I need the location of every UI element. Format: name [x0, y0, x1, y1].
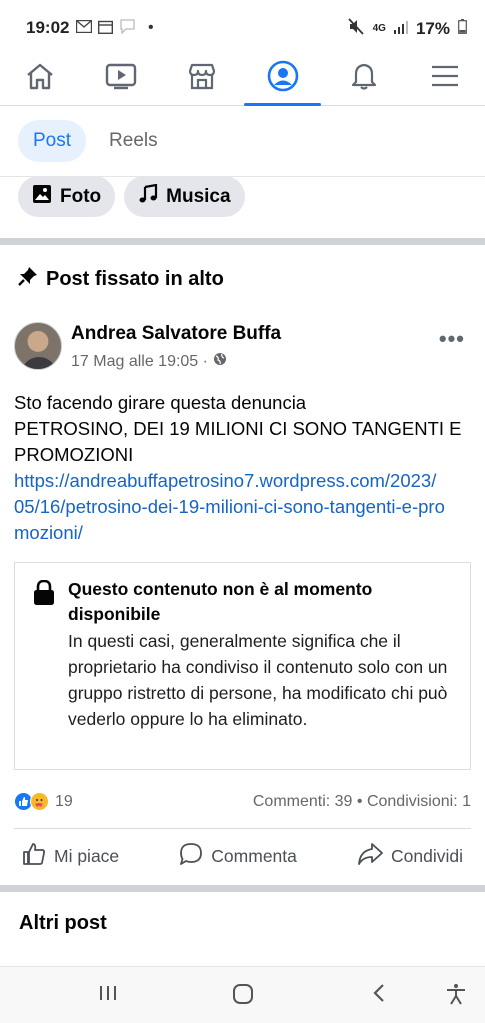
- comment-label: Commenta: [211, 845, 297, 866]
- battery-icon: [458, 19, 467, 39]
- care-reaction-icon: [30, 792, 49, 811]
- status-bar: 19:02 • 4G 17%: [0, 0, 485, 52]
- mute-icon: [347, 18, 365, 40]
- unavailable-title: Questo contenuto non è al momento dispon…: [68, 579, 373, 624]
- filter-chips: Foto Musica: [18, 176, 245, 217]
- share-label: Condividi: [391, 845, 463, 866]
- chat-bubble-icon: [119, 19, 136, 37]
- calendar-icon: [97, 20, 114, 37]
- reactions-summary[interactable]: 19: [14, 792, 73, 811]
- system-navigation-bar: [0, 967, 485, 1023]
- post-actions: Mi piace Commenta Condividi: [14, 832, 471, 880]
- like-label: Mi piace: [54, 845, 120, 866]
- reactions-bar: 19 Commenti: 39 • Condivisioni: 1: [14, 790, 471, 816]
- home-circle-icon[interactable]: [232, 983, 254, 1010]
- chip-foto[interactable]: Foto: [18, 176, 116, 217]
- globe-icon: [213, 352, 227, 371]
- signal-icon: [393, 19, 408, 39]
- comment-button[interactable]: Commenta: [171, 842, 305, 871]
- section-separator: [0, 238, 485, 245]
- home-icon: [25, 62, 55, 95]
- more-options-button[interactable]: •••: [439, 326, 465, 352]
- tab-post[interactable]: Post: [18, 120, 87, 162]
- video-icon: [105, 62, 137, 95]
- battery-level: 17%: [415, 19, 450, 38]
- like-button[interactable]: Mi piace: [14, 842, 127, 871]
- top-navigation: [0, 52, 485, 106]
- post-text: Sto facendo girare questa denuncia PETRO…: [14, 390, 474, 546]
- comments-shares-stats[interactable]: Commenti: 39 • Condivisioni: 1: [253, 793, 471, 811]
- post-header: Andrea Salvatore Buffa 17 Mag alle 19:05…: [14, 320, 471, 372]
- back-icon[interactable]: [370, 983, 388, 1008]
- lock-icon: [33, 579, 55, 611]
- post-link[interactable]: https://andreabuffapetrosino7.wordpress.…: [14, 468, 446, 546]
- chip-foto-label: Foto: [60, 185, 102, 207]
- chip-musica-label: Musica: [166, 185, 231, 207]
- divider: [14, 828, 471, 829]
- more-posts-heading: Altri post: [19, 912, 107, 934]
- share-icon: [357, 842, 383, 871]
- share-button[interactable]: Condividi: [349, 842, 471, 871]
- marketplace-icon: [187, 62, 217, 95]
- post-date[interactable]: 17 Mag alle 19:05 ·: [71, 353, 208, 371]
- nav-notifications[interactable]: [323, 52, 404, 105]
- bell-icon: [350, 61, 378, 96]
- unavailable-body: In questi casi, generalmente significa c…: [68, 631, 448, 729]
- post-meta: 17 Mag alle 19:05 ·: [71, 352, 227, 371]
- comment-icon: [179, 842, 203, 871]
- photo-icon: [32, 184, 52, 210]
- thumbs-up-icon: [22, 842, 46, 871]
- reactions-count: 19: [55, 792, 73, 810]
- nav-home[interactable]: [0, 52, 81, 105]
- profile-tabs: Post Reels: [18, 120, 173, 162]
- menu-icon: [431, 65, 459, 92]
- nav-marketplace[interactable]: [162, 52, 243, 105]
- pin-icon: [18, 266, 38, 292]
- accessibility-icon[interactable]: [445, 983, 467, 1010]
- avatar[interactable]: [14, 322, 62, 370]
- pinned-header: Post fissato in alto: [18, 266, 224, 292]
- pinned-label: Post fissato in alto: [46, 267, 224, 290]
- author-name[interactable]: Andrea Salvatore Buffa: [71, 323, 281, 345]
- gmail-icon: [75, 19, 93, 36]
- recents-icon[interactable]: [98, 983, 118, 1008]
- post-text-line1: Sto facendo girare questa denuncia: [14, 392, 307, 413]
- network-label: 4G: [372, 23, 386, 34]
- nav-profile[interactable]: [242, 52, 323, 106]
- status-dot: •: [148, 19, 154, 36]
- status-time: 19:02: [26, 18, 70, 37]
- unavailable-content-card: Questo contenuto non è al momento dispon…: [14, 562, 471, 770]
- chip-musica[interactable]: Musica: [124, 176, 245, 217]
- nav-video[interactable]: [81, 52, 162, 105]
- post-text-line2: PETROSINO, DEI 19 MILIONI CI SONO TANGEN…: [14, 418, 462, 465]
- section-separator: [0, 885, 485, 892]
- music-icon: [138, 183, 158, 210]
- profile-icon: [267, 60, 299, 97]
- nav-menu[interactable]: [404, 52, 485, 105]
- tab-reels[interactable]: Reels: [94, 120, 173, 162]
